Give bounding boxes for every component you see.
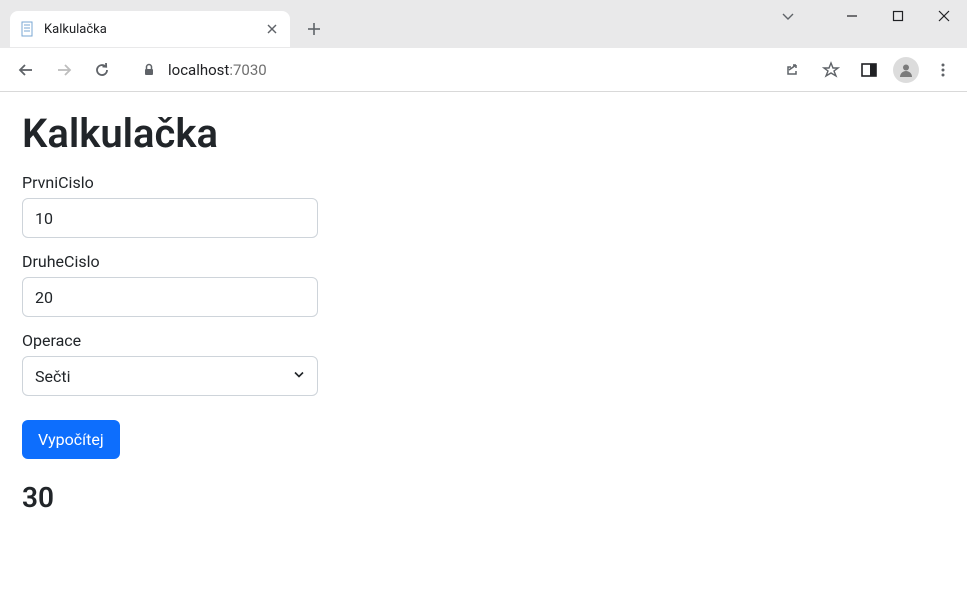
lock-icon <box>142 63 156 77</box>
result-value: 30 <box>22 481 945 514</box>
first-number-input[interactable] <box>22 198 318 238</box>
forward-button[interactable] <box>48 54 80 86</box>
tab-search-icon[interactable] <box>765 0 811 32</box>
menu-icon[interactable] <box>929 56 957 84</box>
page-content: Kalkulačka PrvniCislo DruheCislo Operace… <box>0 92 967 532</box>
new-tab-button[interactable] <box>300 15 328 43</box>
close-window-button[interactable] <box>921 0 967 32</box>
share-icon[interactable] <box>779 56 807 84</box>
second-number-input[interactable] <box>22 277 318 317</box>
toolbar-right <box>779 56 957 84</box>
browser-toolbar: localhost:7030 <box>0 48 967 92</box>
browser-tab[interactable]: Kalkulačka <box>10 11 290 47</box>
operation-group: Operace Sečti <box>22 331 945 396</box>
minimize-button[interactable] <box>829 0 875 32</box>
page-favicon <box>20 21 36 37</box>
tab-title: Kalkulačka <box>44 22 264 37</box>
second-number-label: DruheCislo <box>22 252 945 271</box>
submit-button[interactable]: Vypočítej <box>22 420 120 459</box>
profile-avatar[interactable] <box>893 57 919 83</box>
first-number-label: PrvniCislo <box>22 173 945 192</box>
url-port: :7030 <box>229 61 266 79</box>
back-button[interactable] <box>10 54 42 86</box>
reload-button[interactable] <box>86 54 118 86</box>
page-title: Kalkulačka <box>22 110 945 157</box>
operation-label: Operace <box>22 331 945 350</box>
star-icon[interactable] <box>817 56 845 84</box>
window-controls <box>765 0 967 36</box>
first-number-group: PrvniCislo <box>22 173 945 238</box>
url-host: localhost <box>168 61 229 79</box>
second-number-group: DruheCislo <box>22 252 945 317</box>
maximize-button[interactable] <box>875 0 921 32</box>
browser-titlebar: Kalkulačka <box>0 0 967 48</box>
address-bar[interactable]: localhost:7030 <box>130 54 767 86</box>
close-tab-icon[interactable] <box>264 21 280 37</box>
operation-select[interactable]: Sečti <box>22 356 318 396</box>
side-panel-icon[interactable] <box>855 56 883 84</box>
